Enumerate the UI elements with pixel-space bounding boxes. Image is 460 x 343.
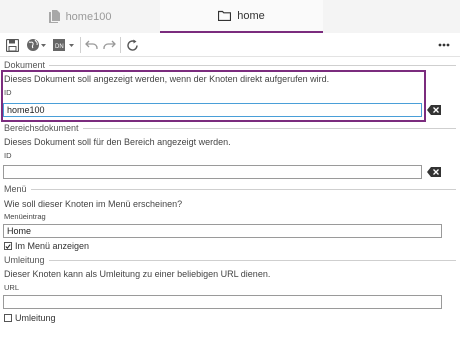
dokument-id-input[interactable] xyxy=(3,103,422,117)
more-icon xyxy=(438,43,450,47)
tab-home100[interactable]: home100 xyxy=(0,0,160,33)
redo-button[interactable] xyxy=(102,36,116,54)
check-icon xyxy=(5,243,11,249)
toolbar-divider xyxy=(120,37,121,53)
bereich-clear-button[interactable] xyxy=(427,167,441,177)
section-bereich-title: Bereichsdokument xyxy=(4,123,456,133)
language-button[interactable] xyxy=(26,36,46,54)
section-title-text: Menü xyxy=(4,184,27,194)
tab-bar: home100 home xyxy=(0,0,460,33)
refresh-icon xyxy=(127,39,138,51)
bereich-id-label: ID xyxy=(4,151,12,160)
section-dokument-title: Dokument xyxy=(4,60,456,70)
bereich-id-input[interactable] xyxy=(3,165,422,179)
section-title-text: Umleitung xyxy=(4,255,45,265)
section-umleitung-title: Umleitung xyxy=(4,255,456,265)
umleitung-url-label: URL xyxy=(4,283,20,292)
section-divider xyxy=(82,127,456,129)
checkbox-box[interactable] xyxy=(4,242,12,250)
dokument-description: Dieses Dokument soll angezeigt werden, w… xyxy=(4,74,330,84)
folder-icon xyxy=(218,10,232,21)
more-button[interactable] xyxy=(438,36,450,54)
bereich-description: Dieses Dokument soll für den Bereich ang… xyxy=(4,137,231,147)
section-title-text: Bereichsdokument xyxy=(4,123,79,133)
dokument-id-label: ID xyxy=(4,88,12,97)
checkbox-label: Umleitung xyxy=(15,313,56,323)
section-menu-title: Menü xyxy=(4,184,456,194)
redo-icon xyxy=(103,40,116,49)
umleitung-description: Dieser Knoten kann als Umleitung zu eine… xyxy=(4,269,271,279)
menu-show-checkbox[interactable]: Im Menü anzeigen xyxy=(4,241,89,251)
umleitung-checkbox[interactable]: Umleitung xyxy=(4,313,56,323)
menu-entry-label: Menüeintrag xyxy=(4,212,46,221)
undo-button[interactable] xyxy=(85,36,99,54)
menu-entry-input[interactable] xyxy=(3,224,442,238)
checkbox-box[interactable] xyxy=(4,314,12,322)
section-divider xyxy=(48,259,456,261)
save-icon xyxy=(6,38,19,52)
section-divider xyxy=(30,188,456,190)
dokument-clear-button[interactable] xyxy=(427,105,441,115)
globe-icon xyxy=(27,39,46,51)
tab-label: home100 xyxy=(65,10,112,23)
clear-icon xyxy=(427,167,441,177)
document-type-icon: DN xyxy=(53,39,74,51)
refresh-button[interactable] xyxy=(126,36,139,54)
tab-label: home xyxy=(237,9,265,22)
section-divider xyxy=(49,64,456,66)
checkbox-label: Im Menü anzeigen xyxy=(15,241,90,251)
section-title-text: Dokument xyxy=(4,60,46,70)
umleitung-url-input[interactable] xyxy=(3,295,442,309)
undo-icon xyxy=(85,40,98,49)
svg-text:DN: DN xyxy=(55,44,64,50)
document-icon xyxy=(48,10,60,23)
clear-icon xyxy=(427,105,441,115)
format-button[interactable]: DN xyxy=(52,36,76,54)
tab-home[interactable]: home xyxy=(160,0,323,33)
save-button[interactable] xyxy=(6,36,19,54)
menu-description: Wie soll dieser Knoten im Menü erscheine… xyxy=(4,199,183,209)
toolbar-divider xyxy=(80,37,81,53)
toolbar: DN xyxy=(0,33,460,57)
